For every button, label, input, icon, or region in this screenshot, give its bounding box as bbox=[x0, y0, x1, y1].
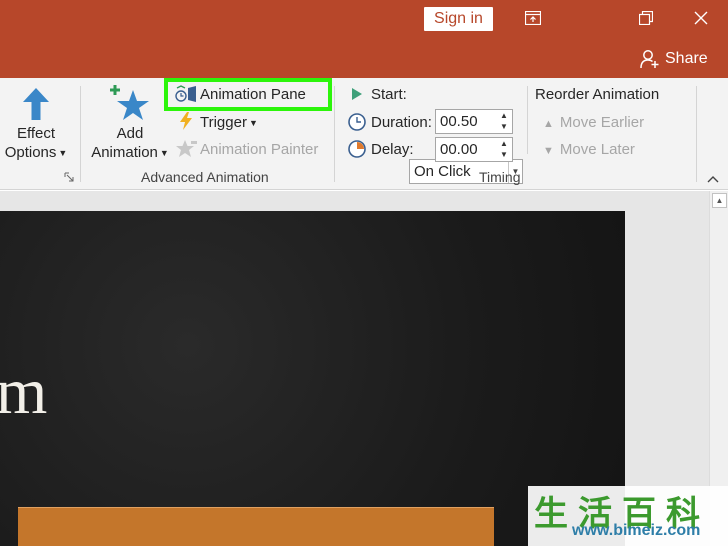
chevron-down-icon: ▼ bbox=[58, 147, 68, 158]
animation-painter-button[interactable]: Animation Painter bbox=[200, 141, 318, 158]
dialog-launcher-button[interactable] bbox=[64, 172, 74, 182]
collapse-ribbon-button[interactable] bbox=[706, 174, 720, 184]
move-earlier-label: Move Earlier bbox=[559, 114, 645, 131]
start-label: Start: bbox=[371, 86, 407, 103]
triangle-down-icon: ▼ bbox=[543, 145, 554, 157]
effect-options-button[interactable]: Effect Options ▼ bbox=[4, 84, 68, 163]
close-button[interactable] bbox=[686, 5, 716, 31]
effect-options-label-1: Effect bbox=[16, 125, 56, 142]
move-later-button[interactable]: ▼ Move Later bbox=[543, 141, 635, 158]
chevron-down-icon: ▼ bbox=[159, 147, 169, 158]
group-separator bbox=[696, 86, 697, 182]
ribbon-display-icon bbox=[525, 11, 541, 25]
delay-label: Delay: bbox=[371, 141, 414, 158]
share-label: Share bbox=[665, 50, 708, 67]
effect-options-label-2: Options bbox=[4, 144, 57, 161]
animation-painter-icon bbox=[176, 139, 198, 159]
dialog-launcher-icon bbox=[64, 172, 74, 182]
up-arrow-icon bbox=[23, 88, 49, 120]
play-triangle-icon bbox=[350, 86, 364, 102]
title-bar: Sign in Share bbox=[0, 0, 728, 78]
delay-clock-icon bbox=[347, 139, 367, 159]
spinner-arrows-icon[interactable]: ▲ ▼ bbox=[498, 110, 510, 133]
chevron-down-icon: ▼ bbox=[248, 118, 258, 129]
start-dropdown-value: On Click bbox=[414, 163, 471, 180]
delay-spinner[interactable]: 00.00 ▲ ▼ bbox=[435, 137, 513, 162]
group-separator bbox=[527, 86, 528, 154]
reorder-animation-title: Reorder Animation bbox=[535, 86, 660, 103]
chevron-up-icon bbox=[707, 176, 719, 183]
ribbon-display-options-button[interactable] bbox=[518, 5, 548, 31]
scroll-up-button[interactable]: ▲ bbox=[712, 193, 727, 208]
trigger-button[interactable]: Trigger ▼ bbox=[200, 114, 258, 131]
add-animation-label-2: Animation bbox=[91, 144, 158, 161]
clock-icon bbox=[347, 112, 367, 132]
duration-value: 00.50 bbox=[440, 113, 478, 130]
move-later-label: Move Later bbox=[559, 141, 635, 158]
sign-in-button[interactable]: Sign in bbox=[424, 7, 493, 31]
duration-spinner[interactable]: 00.50 ▲ ▼ bbox=[435, 109, 513, 134]
delay-value: 00.00 bbox=[440, 141, 478, 158]
watermark-url: www.bimeiz.com bbox=[572, 522, 701, 539]
group-separator bbox=[80, 86, 81, 182]
share-person-icon bbox=[640, 50, 659, 69]
add-animation-label-1: Add bbox=[116, 125, 144, 142]
slide-orange-bar[interactable] bbox=[18, 507, 494, 546]
add-star-icon bbox=[110, 85, 149, 120]
restore-icon bbox=[639, 11, 653, 25]
advanced-animation-group-label: Advanced Animation bbox=[141, 169, 269, 185]
restore-button[interactable] bbox=[631, 5, 661, 31]
animations-ribbon: Effect Options ▼ Add Animation ▼ Animation… bbox=[0, 78, 728, 190]
move-earlier-button[interactable]: ▲ Move Earlier bbox=[543, 114, 644, 131]
trigger-label: Trigger bbox=[200, 114, 247, 131]
watermark: 生活百科 www.bimeiz.com bbox=[528, 486, 728, 546]
highlight-box bbox=[164, 78, 332, 111]
share-button[interactable]: Share bbox=[640, 47, 708, 71]
lightning-icon bbox=[178, 112, 194, 130]
spinner-arrows-icon[interactable]: ▲ ▼ bbox=[498, 138, 510, 161]
group-separator bbox=[334, 86, 335, 182]
close-icon bbox=[694, 11, 708, 25]
timing-group-label: Timing bbox=[479, 169, 521, 185]
duration-label: Duration: bbox=[371, 114, 432, 131]
add-animation-button[interactable]: Add Animation ▼ bbox=[88, 84, 172, 163]
slide-title-text[interactable]: m bbox=[0, 354, 47, 430]
triangle-up-icon: ▲ bbox=[543, 118, 554, 130]
